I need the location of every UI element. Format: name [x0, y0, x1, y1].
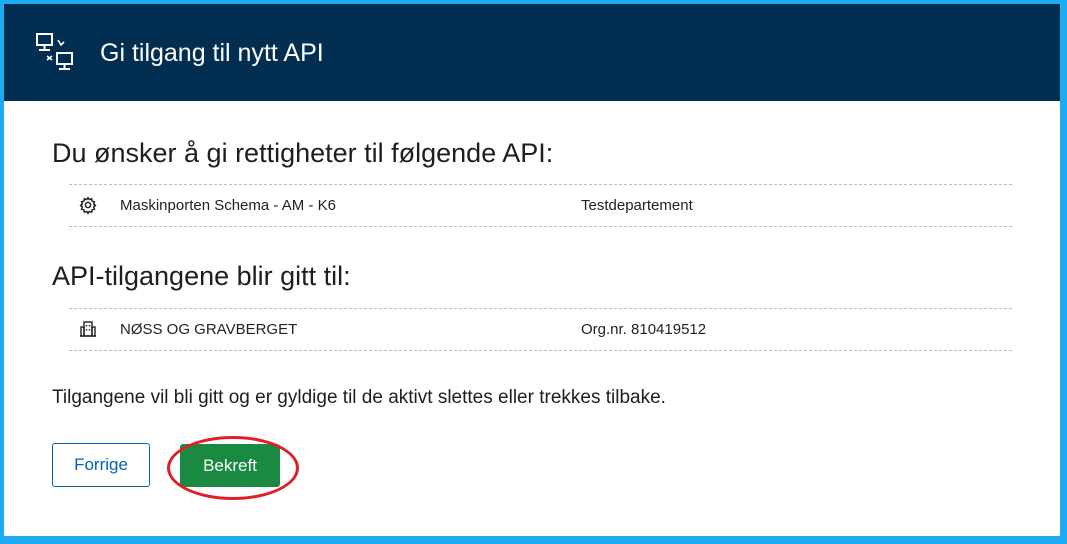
api-list-item: Maskinporten Schema - AM - K6 Testdepart…	[69, 184, 1012, 227]
recipient-section-heading: API-tilgangene blir gitt til:	[52, 261, 351, 291]
gear-icon	[79, 196, 97, 215]
api-owner: Testdepartement	[581, 197, 693, 214]
modal-title: Gi tilgang til nytt API	[100, 39, 324, 67]
recipient-name: NØSS OG GRAVBERGET	[120, 321, 298, 338]
network-transfer-icon	[34, 31, 78, 75]
building-icon	[79, 320, 97, 338]
recipient-org-number: Org.nr. 810419512	[581, 321, 707, 338]
confirm-button[interactable]: Bekreft	[180, 444, 280, 487]
back-button[interactable]: Forrige	[52, 443, 150, 487]
recipient-list-item: NØSS OG GRAVBERGET Org.nr. 810419512	[69, 308, 1012, 351]
api-section-heading: Du ønsker å gi rettigheter til følgende …	[52, 138, 554, 168]
modal-dialog: Gi tilgang til nytt API Du ønsker å gi r…	[4, 4, 1060, 536]
modal-header: Gi tilgang til nytt API	[4, 4, 1060, 101]
api-name: Maskinporten Schema - AM - K6	[120, 197, 336, 214]
validity-info-text: Tilgangene vil bli gitt og er gyldige ti…	[52, 387, 666, 408]
